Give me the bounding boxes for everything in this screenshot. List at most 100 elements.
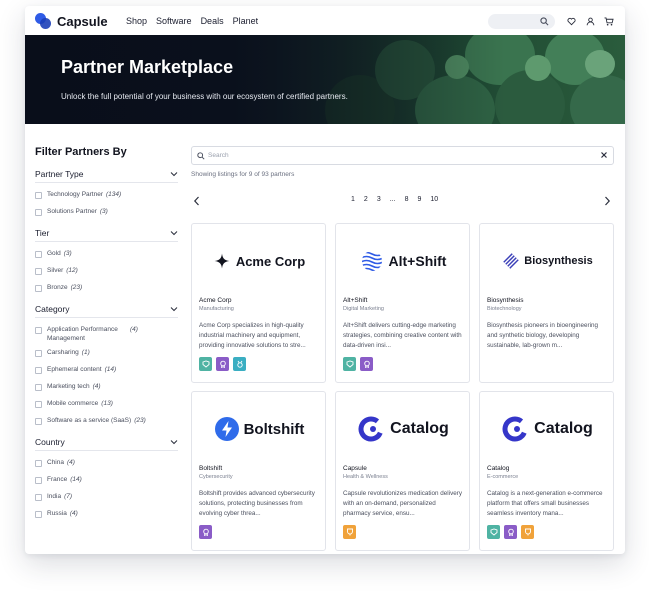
nav-shop[interactable]: Shop [126, 16, 147, 26]
filter-checkbox[interactable] [35, 401, 42, 408]
partner-logo-text: Alt+Shift [388, 253, 447, 269]
chevron-right-icon[interactable] [603, 196, 611, 206]
certification-badge-icon [487, 525, 500, 539]
filter-option-label: Bronze [47, 284, 68, 291]
page-link[interactable]: 1 [351, 196, 355, 203]
certification-badge-icon [199, 525, 212, 539]
filter-option-count: (134) [106, 191, 122, 198]
partner-card[interactable]: Catalog Catalog E-commerce Catalog is a … [479, 391, 614, 551]
partner-industry: Digital Marketing [343, 306, 384, 312]
certification-badges [199, 525, 212, 539]
chevron-left-icon[interactable] [193, 196, 201, 206]
filter-group-header[interactable]: Partner Type [35, 169, 178, 183]
partner-logo-text: Biosynthesis [524, 255, 593, 267]
partner-search-input[interactable] [208, 149, 588, 162]
filter-option-label: India [47, 493, 62, 500]
filter-option-count: (23) [134, 417, 146, 424]
partner-card[interactable]: Acme Corp Acme Corp Manufacturing Acme C… [191, 223, 326, 383]
hatched-diamond-icon [502, 252, 520, 270]
partner-card[interactable]: Catalog Capsule Health & Wellness Capsul… [335, 391, 470, 551]
heart-icon[interactable] [565, 15, 577, 27]
filter-checkbox[interactable] [35, 384, 42, 391]
filter-option-label: Silver [47, 267, 64, 274]
partner-logo-text: Acme Corp [235, 253, 306, 269]
filter-checkbox[interactable] [35, 350, 42, 357]
filter-checkbox[interactable] [35, 285, 42, 292]
hero-banner: Partner Marketplace Unlock the full pote… [25, 35, 625, 124]
filter-option: Russia (4) [35, 509, 178, 521]
filter-option-label: Carsharing [47, 349, 79, 356]
nav-deals[interactable]: Deals [201, 16, 224, 26]
filter-checkbox[interactable] [35, 209, 42, 216]
user-icon[interactable] [584, 15, 596, 27]
header-search-input[interactable] [488, 14, 555, 29]
partner-logo: Alt+Shift [336, 248, 471, 274]
close-icon[interactable] [600, 151, 608, 159]
partner-logo-text: Catalog [390, 420, 449, 437]
c-ring-icon [358, 416, 384, 442]
filter-option: Mobile commerce (13) [35, 399, 178, 411]
search-icon [540, 17, 549, 26]
filter-option: Ephemeral content (14) [35, 365, 178, 377]
filter-checkbox[interactable] [35, 477, 42, 484]
filter-group-header[interactable]: Category [35, 304, 178, 318]
page-link[interactable]: 3 [377, 196, 381, 203]
filter-checkbox[interactable] [35, 327, 42, 334]
filter-option-count: (4) [92, 383, 101, 390]
filter-option: Technology Partner (134) [35, 190, 178, 202]
partner-card[interactable]: Alt+Shift Alt+Shift Digital Marketing Al… [335, 223, 470, 383]
results-count: Showing listings for 9 of 93 partners [191, 171, 295, 178]
filter-option: Gold (3) [35, 249, 178, 261]
filter-option-label: China [47, 459, 64, 466]
page-title: Partner Marketplace [61, 57, 234, 77]
partner-card[interactable]: Biosynthesis Biosynthesis Biotechnology … [479, 223, 614, 383]
filter-group-header[interactable]: Tier [35, 228, 178, 242]
cart-icon[interactable] [603, 15, 615, 27]
wave-globe-icon [361, 251, 382, 271]
partner-logo: Acme Corp [192, 248, 327, 274]
partner-name: Biosynthesis [487, 297, 524, 304]
filter-option-label: Software as a service (SaaS) [47, 417, 132, 424]
filter-option-count: (3) [99, 208, 108, 215]
hero-subtitle: Unlock the full potential of your busine… [61, 92, 348, 101]
page-link[interactable]: 8 [405, 196, 409, 203]
nav-software[interactable]: Software [156, 16, 192, 26]
partner-name: Catalog [487, 465, 510, 472]
page-link[interactable]: 9 [417, 196, 421, 203]
filter-checkbox[interactable] [35, 418, 42, 425]
filter-option: France (14) [35, 475, 178, 487]
filter-checkbox[interactable] [35, 367, 42, 374]
filter-checkbox[interactable] [35, 511, 42, 518]
filter-group-label: Tier [35, 228, 50, 238]
nav-planet[interactable]: Planet [233, 16, 259, 26]
filter-checkbox[interactable] [35, 460, 42, 467]
partner-description: Alt+Shift delivers cutting-edge marketin… [343, 322, 462, 349]
partner-industry: Biotechnology [487, 306, 522, 312]
filter-option: China (4) [35, 458, 178, 470]
filter-group-tier: Tier Gold (3) Silver (12) Bronze (23) [35, 228, 178, 295]
filter-option: Software as a service (SaaS) (23) [35, 416, 178, 428]
filter-checkbox[interactable] [35, 494, 42, 501]
filter-option-count: (14) [70, 476, 82, 483]
partner-industry: Cybersecurity [199, 474, 233, 480]
filter-checkbox[interactable] [35, 251, 42, 258]
filter-group-partner-type: Partner Type Technology Partner (134) Sol… [35, 169, 178, 219]
page-link[interactable]: 10 [430, 196, 438, 203]
certification-badge-icon [360, 357, 373, 371]
bolt-icon [214, 417, 239, 441]
filter-option: Silver (12) [35, 266, 178, 278]
filter-group-header[interactable]: Country [35, 437, 178, 451]
pagination: 1 2 3 ... 8 9 10 [351, 196, 438, 203]
c-ring-icon [502, 416, 528, 442]
page-link[interactable]: 2 [364, 196, 368, 203]
filter-option-label: Technology Partner [47, 191, 104, 198]
certification-badge-icon [199, 357, 212, 371]
partner-card[interactable]: Boltshift Boltshift Cybersecurity Boltsh… [191, 391, 326, 551]
filter-option: Marketing tech (4) [35, 382, 178, 394]
filter-option-count: (3) [63, 250, 72, 257]
brand-logo[interactable]: Capsule [35, 13, 108, 29]
filter-checkbox[interactable] [35, 192, 42, 199]
filter-option: India (7) [35, 492, 178, 504]
filter-option-label: Application Performance Management [47, 326, 118, 342]
filter-checkbox[interactable] [35, 268, 42, 275]
